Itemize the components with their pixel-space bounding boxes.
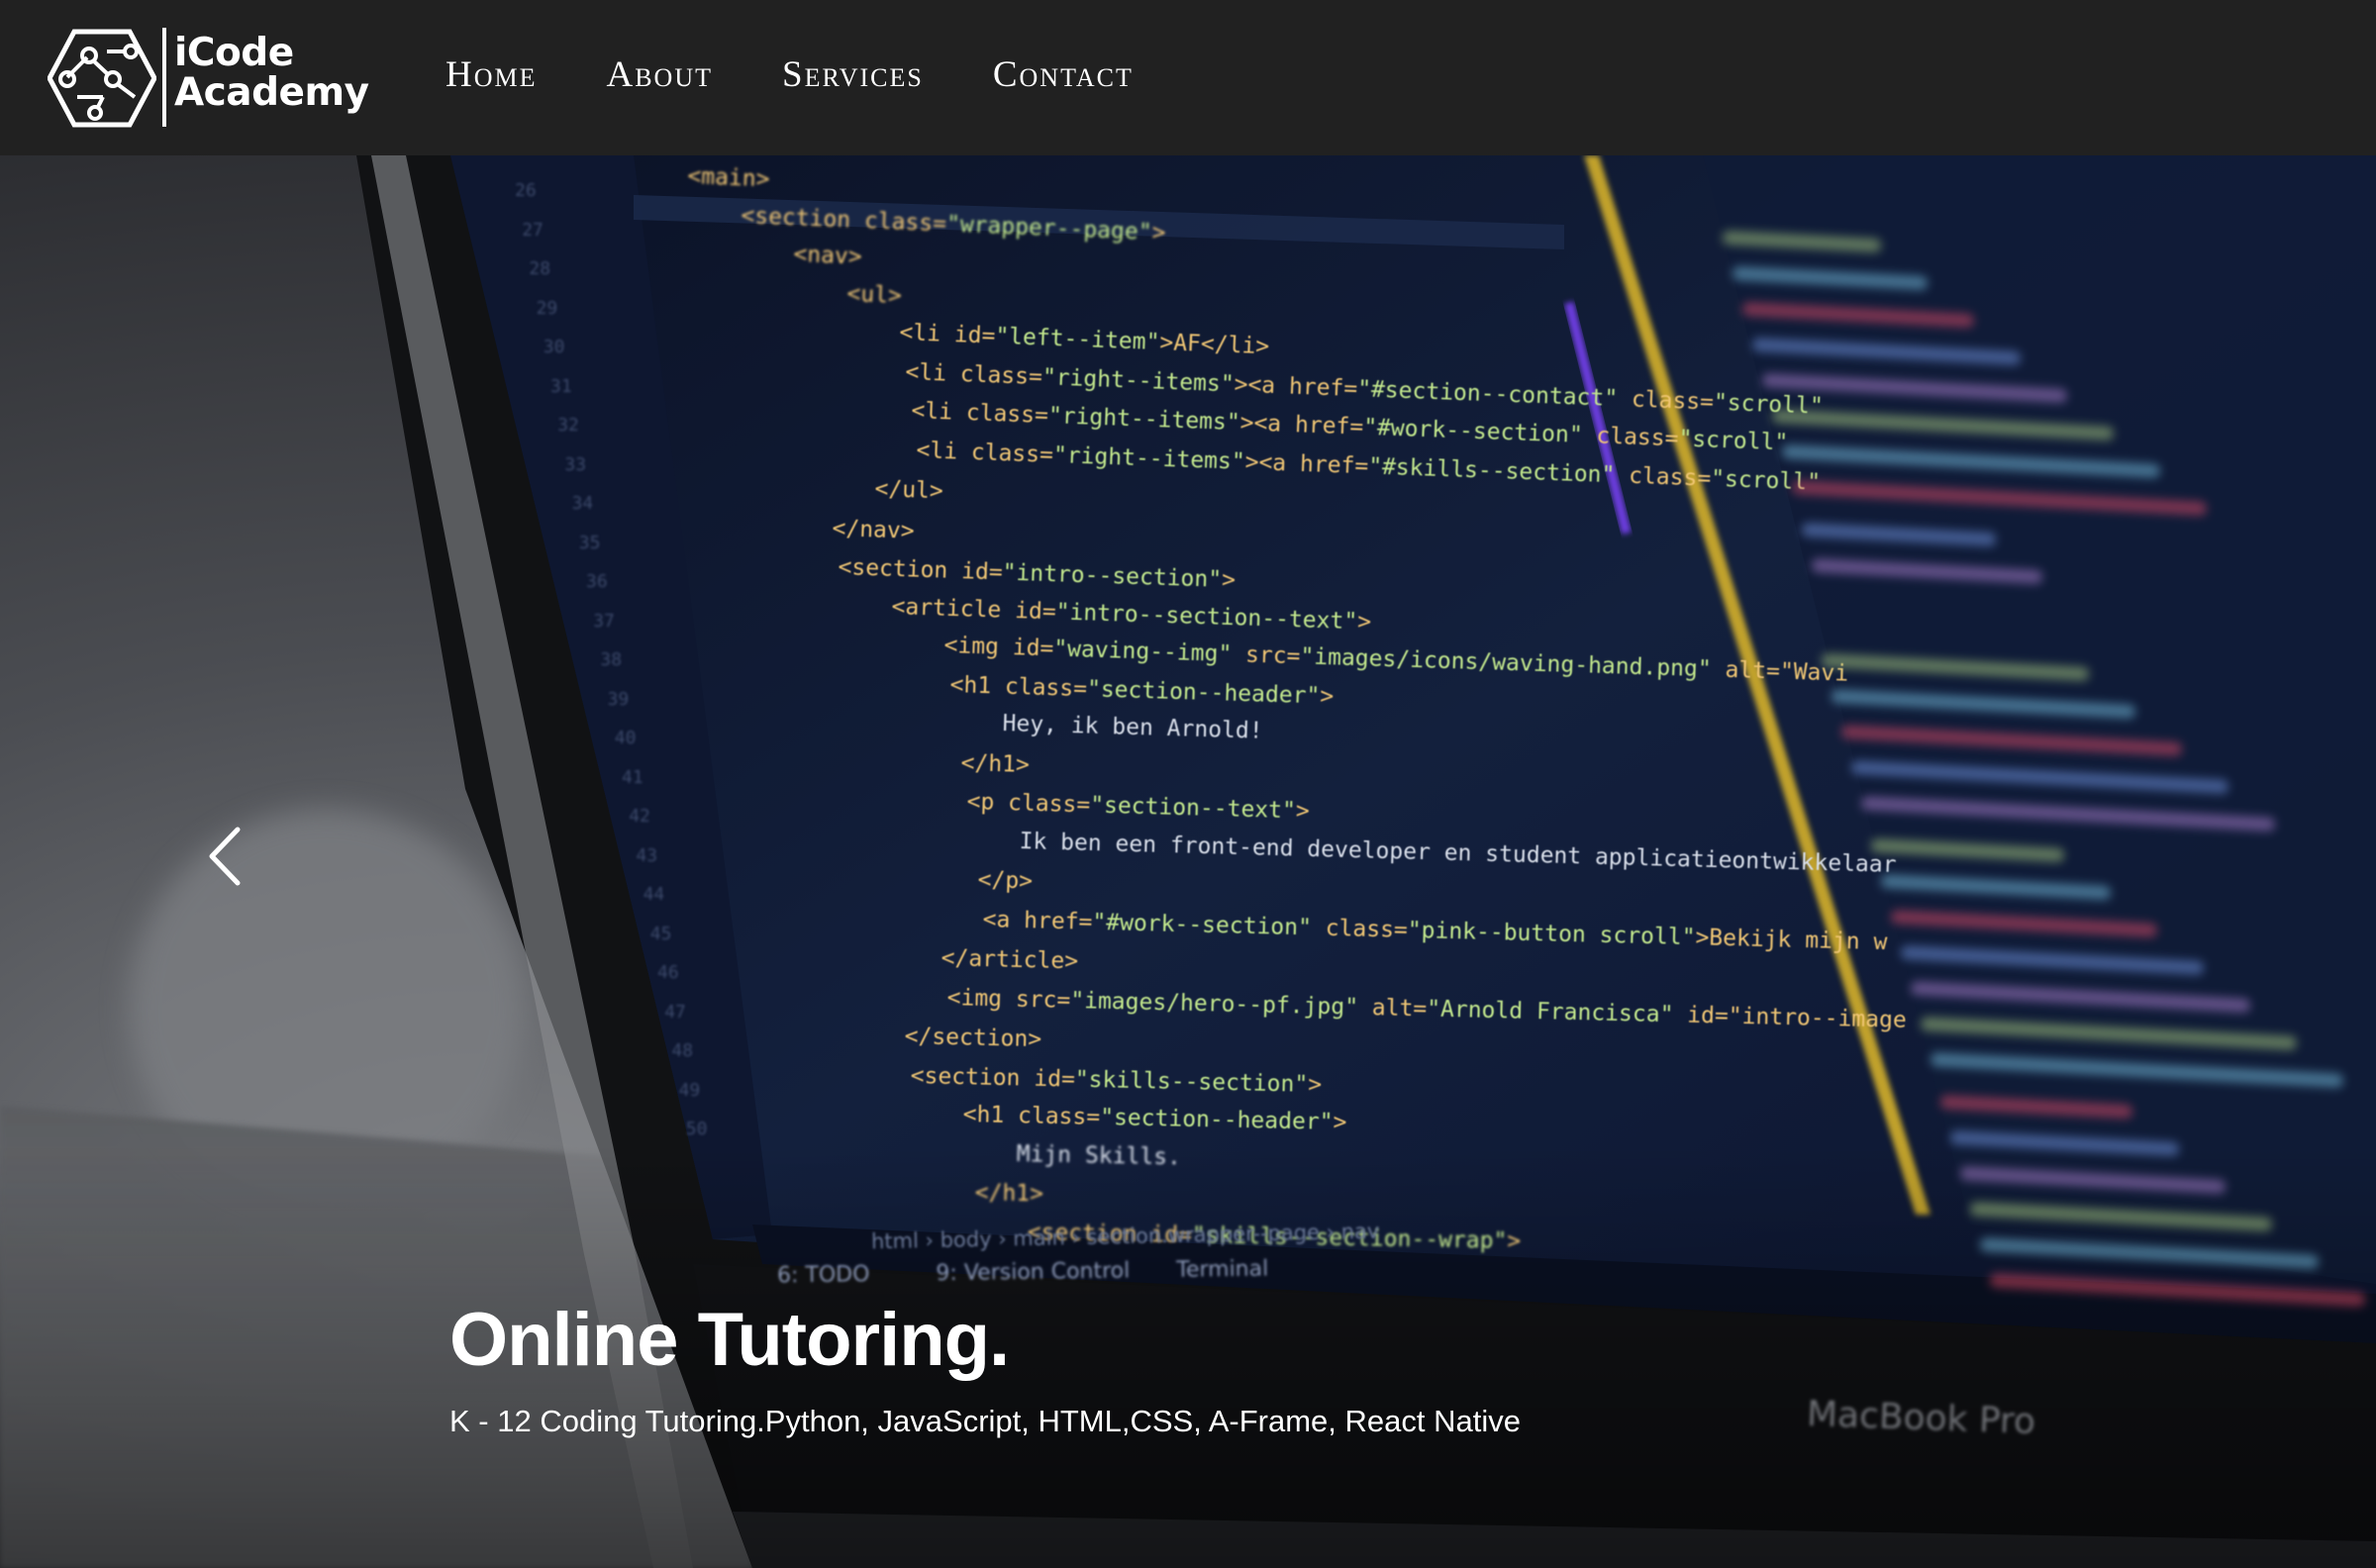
editor-tab: Terminal (1176, 1256, 1269, 1283)
brand-name-line2: Academy (174, 70, 369, 115)
breadcrumb-item: html (870, 1228, 920, 1254)
brand-name: iCode Academy (174, 34, 369, 113)
hero-subtitle: K - 12 Coding Tutoring.Python, JavaScrip… (449, 1404, 1521, 1438)
nav-about-link[interactable]: About (607, 53, 714, 96)
breadcrumb-item: body (940, 1226, 992, 1252)
carousel-prev-button[interactable] (198, 822, 257, 891)
logo-divider (162, 28, 166, 127)
main-nav: Home About Services Contact (446, 53, 1134, 96)
editor-tab: 6: TODO (776, 1262, 870, 1289)
breadcrumb-item: main (1013, 1225, 1066, 1251)
laptop-model-label: MacBook Pro (1806, 1393, 2036, 1443)
breadcrumb-item: section.wrapper--page (1086, 1220, 1321, 1249)
site-navbar: iCode Academy Home About Services Contac… (0, 0, 2376, 155)
brand-name-line1: iCode (174, 31, 294, 75)
carousel-caption: Online Tutoring. K - 12 Coding Tutoring.… (449, 1295, 1521, 1441)
hero-title: Online Tutoring. (449, 1298, 1010, 1382)
editor-tab: 9: Version Control (936, 1258, 1131, 1287)
breadcrumb-item: nav (1340, 1219, 1380, 1244)
nav-contact-link[interactable]: Contact (993, 53, 1134, 96)
hero-carousel: <main> <section class="wrapper--page"> <na… (0, 155, 2376, 1568)
circuit-hexagon-icon (48, 29, 156, 128)
nav-home-link[interactable]: Home (446, 53, 538, 96)
brand-logo[interactable]: iCode Academy (48, 28, 369, 129)
nav-services-link[interactable]: Services (782, 53, 924, 96)
chevron-left-icon (209, 827, 241, 886)
